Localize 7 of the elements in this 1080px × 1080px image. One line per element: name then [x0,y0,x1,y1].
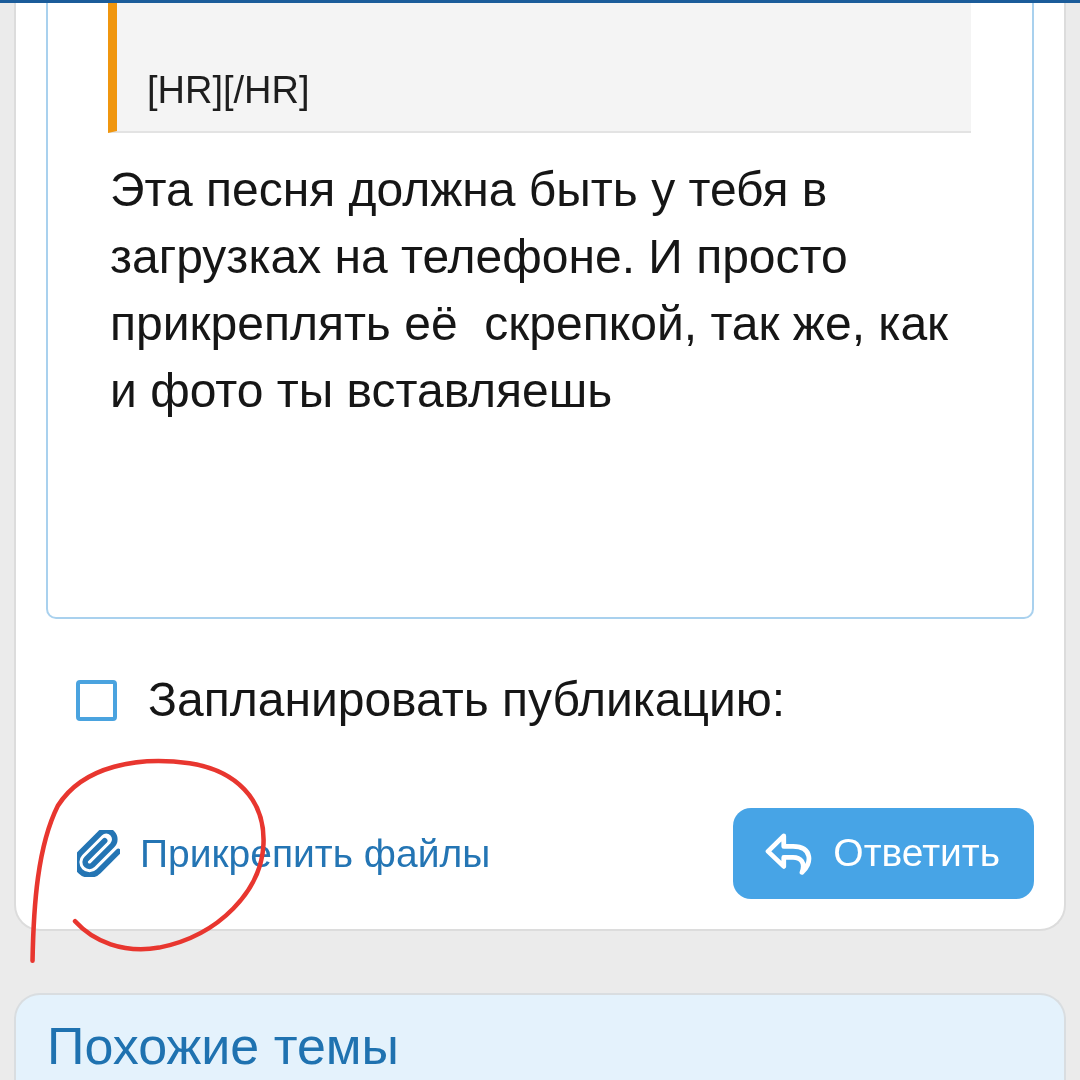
message-editor[interactable]: [HR][/HR] Эта песня должна быть у тебя в загрузках на телефоне. И просто прикреплять её скрепкой, так же, как и фото ты вставляешь [46,3,1034,619]
message-text: Эта песня должна быть у тебя в загрузках на телефоне. И просто прикреплять её скрепкой, так же, как и фото ты вставляешь [109,162,950,419]
quote-block: [HR][/HR] [108,3,971,133]
similar-threads-heading: Похожие темы [47,1017,400,1075]
paperclip-icon [77,830,120,877]
schedule-checkbox[interactable] [76,679,117,721]
schedule-checkbox-label[interactable]: Запланировать публикацию: [148,672,786,728]
